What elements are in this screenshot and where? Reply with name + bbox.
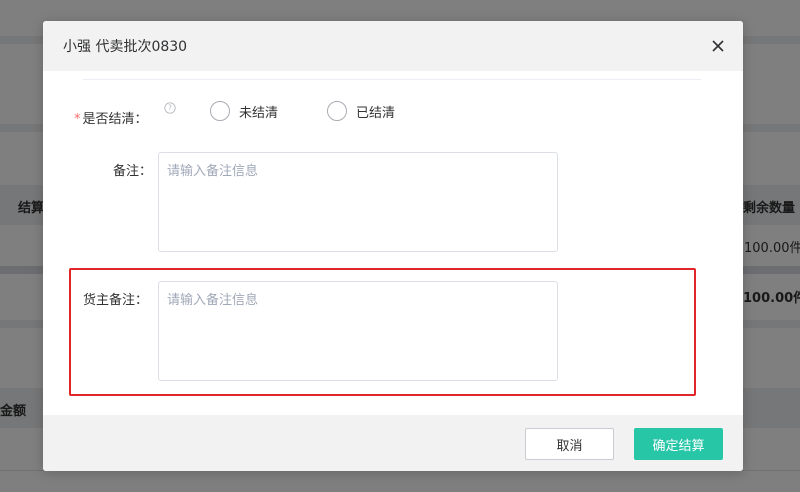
settled-label: * 是否结清：	[74, 108, 148, 127]
remark-label: 备注：	[113, 164, 153, 179]
form-divider	[83, 79, 701, 80]
remark-textarea[interactable]	[158, 152, 558, 252]
owner-remark-label: 货主备注：	[83, 293, 149, 308]
settlement-dialog: 小强 代卖批次0830 *是否结清： ? 未结清 已结清 备注： 货主备注： 取…	[43, 21, 743, 471]
confirm-settlement-button[interactable]: 确定结算	[634, 428, 723, 460]
owner-remark-textarea[interactable]	[158, 281, 558, 381]
radio-unsettled-label: 未结清	[239, 105, 279, 121]
settled-label-text: 是否结清：	[82, 112, 148, 127]
close-button[interactable]	[707, 35, 729, 57]
cancel-button[interactable]: 取消	[525, 428, 614, 460]
question-circle-icon[interactable]: ?	[164, 102, 176, 114]
radio-settled[interactable]: 已结清	[327, 101, 395, 121]
close-icon	[712, 40, 724, 52]
required-mark: *	[74, 112, 81, 127]
svg-text:?: ?	[168, 104, 172, 113]
radio-settled-label: 已结清	[356, 105, 396, 121]
dialog-title: 小强 代卖批次0830	[63, 39, 188, 55]
radio-circle[interactable]	[210, 101, 230, 121]
dialog-header: 小强 代卖批次0830	[43, 21, 743, 71]
dialog-footer: 取消 确定结算	[43, 415, 743, 471]
radio-unsettled[interactable]: 未结清	[210, 101, 278, 121]
radio-circle[interactable]	[327, 101, 347, 121]
